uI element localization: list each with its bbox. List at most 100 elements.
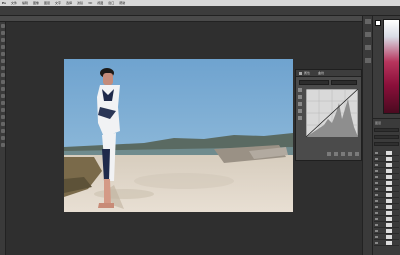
eye-icon[interactable] <box>375 212 378 214</box>
layer-row[interactable] <box>374 241 399 246</box>
layer-row[interactable] <box>374 157 399 162</box>
lock-row[interactable] <box>374 142 399 146</box>
eye-icon[interactable] <box>375 158 378 160</box>
zoom-icon[interactable] <box>1 143 5 147</box>
layer-thumbnail <box>386 193 392 197</box>
adjustment-name: 曲线 <box>318 71 325 75</box>
document-image[interactable] <box>64 59 293 212</box>
eyedropper-icon[interactable] <box>1 59 5 63</box>
healing-icon[interactable] <box>1 66 5 70</box>
layer-row[interactable] <box>374 199 399 204</box>
photo-illustration <box>64 59 293 212</box>
layer-thumbnail <box>386 151 392 155</box>
crop-icon[interactable] <box>1 52 5 56</box>
layer-thumbnail <box>386 205 392 209</box>
layer-thumbnail <box>386 217 392 221</box>
move-icon[interactable] <box>1 24 5 28</box>
layer-row[interactable] <box>374 229 399 234</box>
quick-select-icon[interactable] <box>1 45 5 49</box>
hand-icon[interactable] <box>1 136 5 140</box>
eye-icon[interactable] <box>375 224 378 226</box>
layer-thumbnail <box>386 199 392 203</box>
preset-row <box>299 80 359 85</box>
layer-filter-bar[interactable] <box>374 128 399 132</box>
curves-tools <box>298 88 304 123</box>
gradient-icon[interactable] <box>1 94 5 98</box>
layer-row[interactable] <box>374 163 399 168</box>
stamp-icon[interactable] <box>1 80 5 84</box>
eye-icon[interactable] <box>375 230 378 232</box>
eye-icon[interactable] <box>375 188 378 190</box>
clip-to-layer-icon[interactable] <box>327 152 331 156</box>
layer-row[interactable] <box>374 205 399 210</box>
layer-row[interactable] <box>374 169 399 174</box>
preset-dropdown[interactable] <box>299 80 329 85</box>
layer-thumbnail <box>386 187 392 191</box>
eye-icon[interactable] <box>375 206 378 208</box>
layer-row[interactable] <box>374 211 399 216</box>
layer-thumbnail <box>386 175 392 179</box>
properties-panel: 属性 曲线 <box>295 69 362 161</box>
eye-icon[interactable] <box>375 152 378 154</box>
curves-graph[interactable] <box>306 89 358 137</box>
sample-gray-icon[interactable] <box>298 102 302 106</box>
layer-thumbnail <box>386 211 392 215</box>
pen-icon[interactable] <box>1 108 5 112</box>
reset-icon[interactable] <box>341 152 345 156</box>
layer-thumbnail <box>386 157 392 161</box>
layer-row[interactable] <box>374 193 399 198</box>
character-icon[interactable] <box>365 58 371 63</box>
eye-icon[interactable] <box>375 170 378 172</box>
view-previous-icon[interactable] <box>334 152 338 156</box>
path-select-icon[interactable] <box>1 122 5 126</box>
shape-icon[interactable] <box>1 129 5 133</box>
properties-footer <box>299 152 359 157</box>
layer-row[interactable] <box>374 223 399 228</box>
options-bar <box>0 6 400 16</box>
type-icon[interactable] <box>1 115 5 119</box>
eraser-icon[interactable] <box>1 87 5 91</box>
layer-thumbnail <box>386 223 392 227</box>
layer-row[interactable] <box>374 151 399 156</box>
sample-white-icon[interactable] <box>298 109 302 113</box>
marquee-icon[interactable] <box>1 31 5 35</box>
target-adjust-icon[interactable] <box>298 88 302 92</box>
eye-icon[interactable] <box>375 164 378 166</box>
layer-thumbnail <box>386 235 392 239</box>
layer-row[interactable] <box>374 187 399 192</box>
trash-icon[interactable] <box>355 152 359 156</box>
layer-thumbnail <box>386 229 392 233</box>
foreground-color-swatch[interactable] <box>375 20 381 26</box>
dodge-icon[interactable] <box>1 101 5 105</box>
blend-mode-dropdown[interactable] <box>374 135 399 139</box>
layer-thumbnail <box>386 181 392 185</box>
layer-row[interactable] <box>374 181 399 186</box>
layer-row[interactable] <box>374 217 399 222</box>
channel-dropdown[interactable] <box>331 80 357 85</box>
layer-thumbnail <box>386 169 392 173</box>
layer-thumbnail <box>386 241 392 245</box>
curves-adjustment-icon <box>299 71 302 75</box>
eye-icon[interactable] <box>375 218 378 220</box>
adjustments-icon[interactable] <box>365 45 371 50</box>
color-spectrum[interactable] <box>383 19 400 114</box>
eye-icon[interactable] <box>375 194 378 196</box>
properties-icon[interactable] <box>365 32 371 37</box>
sample-black-icon[interactable] <box>298 95 302 99</box>
eye-icon[interactable] <box>375 176 378 178</box>
brush-icon[interactable] <box>1 73 5 77</box>
pencil-icon[interactable] <box>298 116 302 120</box>
visibility-icon[interactable] <box>348 152 352 156</box>
layer-row[interactable] <box>374 235 399 240</box>
eye-icon[interactable] <box>375 200 378 202</box>
layer-row[interactable] <box>374 175 399 180</box>
history-icon[interactable] <box>365 19 371 24</box>
lasso-icon[interactable] <box>1 38 5 42</box>
eye-icon[interactable] <box>375 242 378 244</box>
layers-panel: 图层 <box>372 118 400 255</box>
layer-thumbnail <box>386 163 392 167</box>
eye-icon[interactable] <box>375 182 378 184</box>
panel-dock-icons <box>362 16 372 255</box>
properties-panel-header[interactable]: 属性 曲线 <box>296 70 361 77</box>
eye-icon[interactable] <box>375 236 378 238</box>
